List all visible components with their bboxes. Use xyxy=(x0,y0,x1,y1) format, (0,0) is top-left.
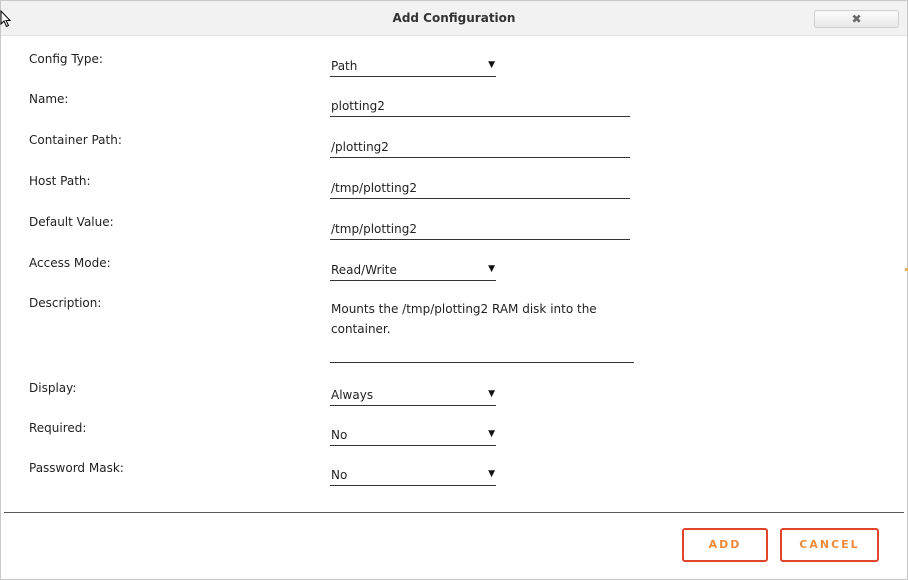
description-textarea[interactable]: Mounts the /tmp/plotting2 RAM disk into … xyxy=(330,297,634,363)
default-value-value: /tmp/plotting2 xyxy=(331,222,417,236)
access-mode-value: Read/Write xyxy=(331,263,397,277)
config-type-label: Config Type: xyxy=(29,52,103,66)
display-label: Display: xyxy=(29,381,77,395)
chevron-down-icon: ▼ xyxy=(488,389,495,399)
password-mask-select[interactable]: No ▼ xyxy=(330,466,496,486)
cancel-button[interactable]: CANCEL xyxy=(780,528,879,562)
dialog-titlebar: Add Configuration ✖ xyxy=(1,1,907,36)
config-type-value: Path xyxy=(331,59,358,73)
footer-divider xyxy=(4,512,904,513)
name-label: Name: xyxy=(29,92,69,106)
password-mask-value: No xyxy=(331,468,348,482)
access-mode-select[interactable]: Read/Write ▼ xyxy=(330,261,496,281)
default-value-label: Default Value: xyxy=(29,215,114,229)
password-mask-label: Password Mask: xyxy=(29,461,124,475)
required-label: Required: xyxy=(29,421,87,435)
default-value-field[interactable]: /tmp/plotting2 xyxy=(330,220,630,240)
host-path-field[interactable]: /tmp/plotting2 xyxy=(330,179,630,199)
add-button[interactable]: ADD xyxy=(682,528,768,562)
close-icon: ✖ xyxy=(851,12,862,26)
description-label: Description: xyxy=(29,296,102,310)
description-value: Mounts the /tmp/plotting2 RAM disk into … xyxy=(331,302,597,336)
host-path-label: Host Path: xyxy=(29,174,91,188)
dialog-title: Add Configuration xyxy=(392,11,516,25)
access-mode-label: Access Mode: xyxy=(29,256,111,270)
required-select[interactable]: No ▼ xyxy=(330,426,496,446)
chevron-down-icon: ▼ xyxy=(488,264,495,274)
container-path-field[interactable]: /plotting2 xyxy=(330,138,630,158)
name-field[interactable]: plotting2 xyxy=(330,97,630,117)
display-value: Always xyxy=(331,388,374,402)
chevron-down-icon: ▼ xyxy=(488,429,495,439)
chevron-down-icon: ▼ xyxy=(488,60,495,70)
host-path-value: /tmp/plotting2 xyxy=(331,181,417,195)
add-configuration-dialog: Add Configuration ✖ Config Type: Path ▼ … xyxy=(0,0,908,580)
container-path-value: /plotting2 xyxy=(331,140,389,154)
chevron-down-icon: ▼ xyxy=(488,469,495,479)
config-type-select[interactable]: Path ▼ xyxy=(330,57,496,77)
close-button[interactable]: ✖ xyxy=(814,10,899,28)
container-path-label: Container Path: xyxy=(29,133,122,147)
required-value: No xyxy=(331,428,348,442)
name-value: plotting2 xyxy=(331,99,385,113)
mouse-pointer-icon xyxy=(0,10,12,28)
display-select[interactable]: Always ▼ xyxy=(330,386,496,406)
